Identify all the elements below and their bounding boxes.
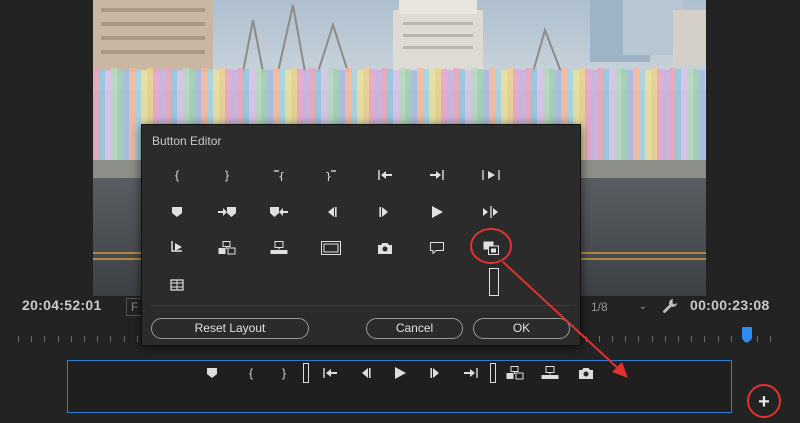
mark-in-icon[interactable]: { <box>242 363 260 383</box>
play-stop-icon[interactable] <box>426 202 448 222</box>
overwrite-icon[interactable] <box>268 238 290 258</box>
loop-playback-icon[interactable] <box>166 238 188 258</box>
ruler-tick <box>598 336 600 342</box>
ruler-tick <box>664 336 666 342</box>
ruler-tick <box>97 336 99 342</box>
mark-out-icon[interactable]: } <box>216 165 238 185</box>
ruler-tick <box>770 336 772 342</box>
go-to-in-icon[interactable] <box>321 363 339 383</box>
go-to-previous-marker-icon[interactable] <box>268 202 290 222</box>
svg-text:{: { <box>278 170 285 181</box>
zoom-level-select[interactable]: F <box>126 298 142 316</box>
add-button[interactable]: + <box>753 392 775 414</box>
ruler-tick <box>612 336 613 342</box>
ruler-tick <box>136 336 138 342</box>
safe-margins-icon[interactable] <box>320 238 342 258</box>
ruler-tick <box>110 336 112 342</box>
ruler-tick <box>57 336 59 342</box>
ruler-tick <box>625 336 627 342</box>
timecode-current[interactable]: 20:04:52:01 <box>22 297 102 313</box>
go-to-next-marker-icon[interactable] <box>216 202 238 222</box>
ruler-tick <box>123 336 125 342</box>
playback-resolution-value: 1/8 <box>591 300 608 314</box>
toggle-proxies-icon[interactable] <box>480 238 502 258</box>
go-to-in-icon[interactable] <box>374 165 396 185</box>
overwrite-icon[interactable] <box>541 363 559 383</box>
dialog-title: Button Editor <box>152 134 222 148</box>
reset-layout-button[interactable]: Reset Layout <box>151 318 309 339</box>
playhead[interactable] <box>742 327 752 343</box>
add-marker-icon[interactable] <box>203 363 221 383</box>
spacer-icon[interactable] <box>297 363 315 383</box>
step-back-icon[interactable] <box>320 202 342 222</box>
mark-out-icon[interactable]: } <box>275 363 293 383</box>
cancel-button[interactable]: Cancel <box>366 318 463 339</box>
ruler-tick <box>585 336 587 342</box>
ruler-tick <box>44 336 46 342</box>
comparison-view-icon[interactable] <box>426 238 448 258</box>
ruler-tick <box>704 336 706 342</box>
ruler-tick <box>31 336 33 342</box>
play-stop-icon[interactable] <box>391 363 409 383</box>
ruler-tick <box>84 336 85 342</box>
dialog-divider <box>151 305 571 306</box>
ruler-tick <box>651 336 653 342</box>
playback-resolution-select[interactable]: 1/8 ⌄ <box>583 298 653 316</box>
ruler-tick <box>638 336 640 342</box>
ok-button[interactable]: OK <box>473 318 570 339</box>
ruler-tick <box>18 336 19 342</box>
step-forward-icon[interactable] <box>427 363 445 383</box>
add-marker-icon[interactable] <box>166 202 188 222</box>
play-around-icon[interactable] <box>480 202 502 222</box>
insert-icon[interactable] <box>216 238 238 258</box>
spacer-icon[interactable] <box>484 363 502 383</box>
ruler-tick <box>691 336 693 342</box>
go-to-out-icon[interactable] <box>426 165 448 185</box>
ruler-tick <box>70 336 72 342</box>
clear-in-icon[interactable]: { <box>268 165 290 185</box>
svg-text:}: } <box>325 170 332 181</box>
ruler-tick <box>730 336 732 342</box>
mark-in-icon[interactable]: { <box>166 165 188 185</box>
ruler-tick <box>717 336 719 342</box>
step-forward-icon[interactable] <box>374 202 396 222</box>
go-to-out-icon[interactable] <box>462 363 480 383</box>
export-frame-icon[interactable] <box>577 363 595 383</box>
play-in-to-out-icon[interactable] <box>480 165 502 185</box>
button-editor-dialog: Button Editor { } { } Reset Layout Cance… <box>141 124 581 346</box>
spacer-icon[interactable] <box>483 268 505 296</box>
ruler-tick <box>757 336 759 342</box>
timecode-duration[interactable]: 00:00:23:08 <box>690 297 770 313</box>
step-back-icon[interactable] <box>356 363 374 383</box>
wrench-icon[interactable] <box>662 298 678 314</box>
clear-out-icon[interactable]: } <box>320 165 342 185</box>
ruler-tick <box>678 336 679 342</box>
multi-camera-icon[interactable] <box>166 275 188 295</box>
export-frame-icon[interactable] <box>374 238 396 258</box>
insert-icon[interactable] <box>506 363 524 383</box>
chevron-down-icon: ⌄ <box>638 301 647 312</box>
button-bar[interactable]: { } <box>67 360 732 413</box>
